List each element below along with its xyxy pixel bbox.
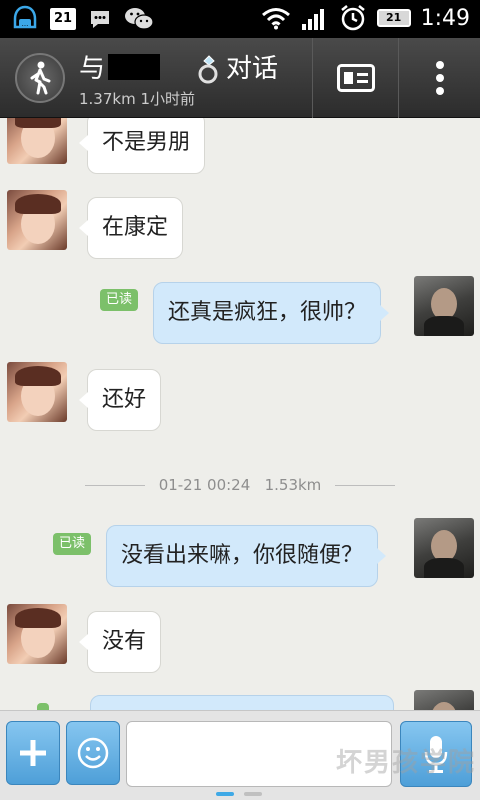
message-bubble-outgoing[interactable]	[90, 695, 394, 710]
wechat-icon	[125, 8, 154, 30]
page-indicator	[216, 792, 262, 796]
timestamp-date: 01-21 00:24	[158, 476, 251, 494]
walking-person-button[interactable]	[15, 53, 65, 103]
distance-time-subtitle: 1.37km 1小时前	[79, 90, 196, 108]
title-suffix: 对话	[226, 54, 279, 84]
message-bubble-incoming[interactable]: 没有	[78, 611, 162, 673]
walking-person-icon	[30, 61, 51, 95]
page-dot	[244, 792, 262, 796]
battery-icon: 21	[376, 9, 411, 27]
title-prefix: 与	[79, 54, 106, 84]
my-avatar[interactable]	[414, 518, 474, 578]
message-bubble-incoming[interactable]: 在康定	[78, 197, 184, 259]
alarm-icon	[340, 5, 365, 31]
redacted-name	[108, 53, 161, 80]
contact-avatar[interactable]	[7, 190, 67, 250]
divider	[312, 38, 313, 118]
clock: 1:49	[420, 5, 470, 31]
smiley-icon	[77, 737, 109, 769]
message-bubble-outgoing[interactable]: 还真是疯狂，很帅？	[153, 282, 390, 344]
emoji-button[interactable]	[66, 721, 120, 785]
timestamp-distance: 1.53km	[264, 476, 322, 494]
signal-icon	[301, 9, 324, 30]
message-bubble-incoming[interactable]: 还好	[78, 369, 162, 431]
ring-icon	[198, 55, 218, 84]
chat-message-list[interactable]: 不是男朋 在康定 已读 还真是疯狂，很帅？ 还好 01-21 00:24 1.5…	[0, 118, 480, 710]
more-vertical-icon	[436, 61, 444, 95]
plus-icon	[20, 740, 46, 766]
divider	[398, 38, 399, 118]
more-menu-button[interactable]	[400, 38, 480, 118]
read-status-badge: 已读	[53, 533, 92, 555]
page-dot-active	[216, 792, 234, 796]
timestamp-divider: 01-21 00:24 1.53km	[0, 476, 480, 494]
my-avatar[interactable]	[414, 690, 474, 710]
my-avatar[interactable]	[414, 276, 474, 336]
contact-avatar[interactable]	[7, 118, 67, 164]
calendar-icon: 21	[50, 8, 76, 30]
message-bubble-outgoing[interactable]: 没看出来嘛，你很随便？	[106, 525, 387, 587]
watermark: 坏男孩学院	[336, 748, 477, 778]
chat-bubble-icon	[91, 11, 109, 28]
qq-icon: ...	[13, 5, 37, 29]
contact-avatar[interactable]	[7, 604, 67, 664]
profile-card-icon	[337, 64, 375, 92]
svg-text:...: ...	[22, 20, 29, 28]
read-status-badge	[37, 703, 49, 710]
read-status-badge: 已读	[100, 289, 139, 311]
title-bar: 与 对话 1.37km 1小时前	[0, 38, 480, 118]
status-bar: ... 21 21 1:49	[0, 0, 480, 38]
contact-avatar[interactable]	[7, 362, 67, 422]
message-bubble-incoming[interactable]: 不是男朋	[78, 118, 206, 174]
wifi-icon	[261, 8, 290, 30]
add-attachment-button[interactable]	[6, 721, 60, 785]
profile-card-button[interactable]	[314, 38, 398, 118]
chat-title: 与	[79, 48, 161, 85]
